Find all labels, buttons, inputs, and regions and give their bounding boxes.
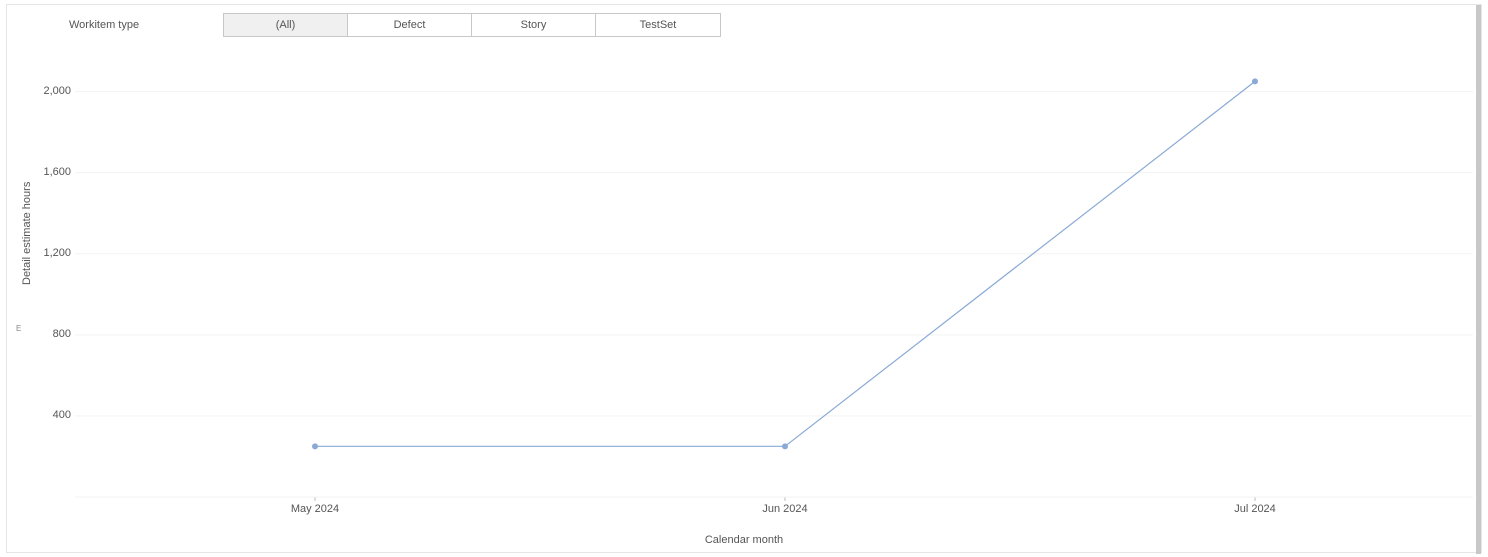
filter-label: Workitem type — [69, 19, 139, 31]
y-tick-label: 400 — [31, 409, 71, 421]
y-tick-label: 1,600 — [31, 166, 71, 178]
chart-svg — [75, 41, 1473, 517]
x-tick-label: Jul 2024 — [1205, 503, 1305, 515]
tab-label: TestSet — [640, 19, 677, 31]
tab-label: Defect — [394, 19, 426, 31]
tab-label: (All) — [276, 19, 296, 31]
filter-tabs: (All) Defect Story TestSet — [223, 13, 721, 37]
y-axis-label: Detail estimate hours — [21, 182, 33, 285]
plot-area — [75, 41, 1473, 517]
y-tick-label: 800 — [31, 328, 71, 340]
y-tick-label: 1,200 — [31, 247, 71, 259]
chart-frame: Workitem type (All) Defect Story TestSet… — [6, 4, 1482, 553]
tab-all[interactable]: (All) — [224, 14, 348, 36]
x-axis-label: Calendar month — [7, 534, 1481, 546]
ylabel-prefix-icon: E — [16, 324, 21, 333]
x-tick-label: May 2024 — [265, 503, 365, 515]
tab-defect[interactable]: Defect — [348, 14, 472, 36]
right-scroll-indicator — [1476, 5, 1481, 554]
tab-story[interactable]: Story — [472, 14, 596, 36]
tab-testset[interactable]: TestSet — [596, 14, 720, 36]
x-tick-label: Jun 2024 — [735, 503, 835, 515]
tab-label: Story — [521, 19, 547, 31]
y-tick-label: 2,000 — [31, 85, 71, 97]
